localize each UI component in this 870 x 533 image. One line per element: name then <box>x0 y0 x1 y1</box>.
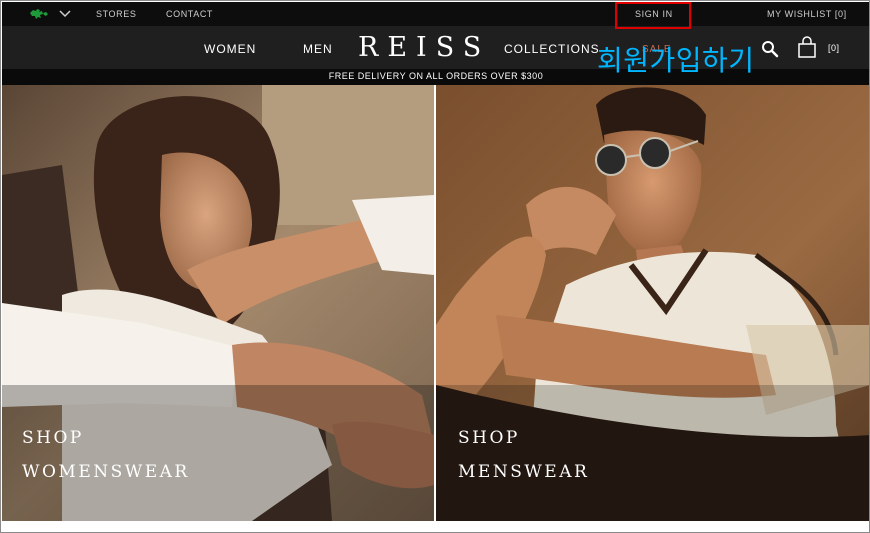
footer-strip <box>2 521 869 532</box>
flag-icon[interactable] <box>28 7 50 21</box>
cta-shop-label: SHOP <box>22 428 84 448</box>
nav-men[interactable]: MEN <box>303 42 333 56</box>
bag-count: [0] <box>828 43 840 53</box>
signup-annotation: 회원가입하기 <box>597 44 755 77</box>
cta-shop-label: SHOP <box>458 428 520 448</box>
sign-in-highlight-box <box>615 2 691 29</box>
shop-menswear-cta[interactable]: SHOP MENSWEAR <box>458 421 589 489</box>
cta-category-label: WOMENSWEAR <box>22 462 190 482</box>
shopping-bag-icon[interactable] <box>797 36 817 58</box>
wishlist-link[interactable]: MY WISHLIST [0] <box>767 9 847 19</box>
utility-bar: STORES CONTACT SIGN IN MY WISHLIST [0] <box>2 2 869 26</box>
reiss-logo[interactable]: REISS <box>358 32 490 63</box>
page-frame: STORES CONTACT SIGN IN MY WISHLIST [0] W… <box>0 0 870 533</box>
cta-category-label: MENSWEAR <box>458 462 590 482</box>
hero-menswear[interactable]: SHOP MENSWEAR <box>436 85 869 521</box>
hero-womenswear[interactable]: SHOP WOMENSWEAR <box>2 85 434 521</box>
stores-link[interactable]: STORES <box>96 9 136 19</box>
nav-women[interactable]: WOMEN <box>204 42 256 56</box>
search-icon[interactable] <box>761 40 779 58</box>
nav-collections[interactable]: COLLECTIONS <box>504 42 600 56</box>
chevron-down-icon[interactable] <box>59 9 71 19</box>
contact-link[interactable]: CONTACT <box>166 9 213 19</box>
shop-womenswear-cta[interactable]: SHOP WOMENSWEAR <box>22 421 190 489</box>
